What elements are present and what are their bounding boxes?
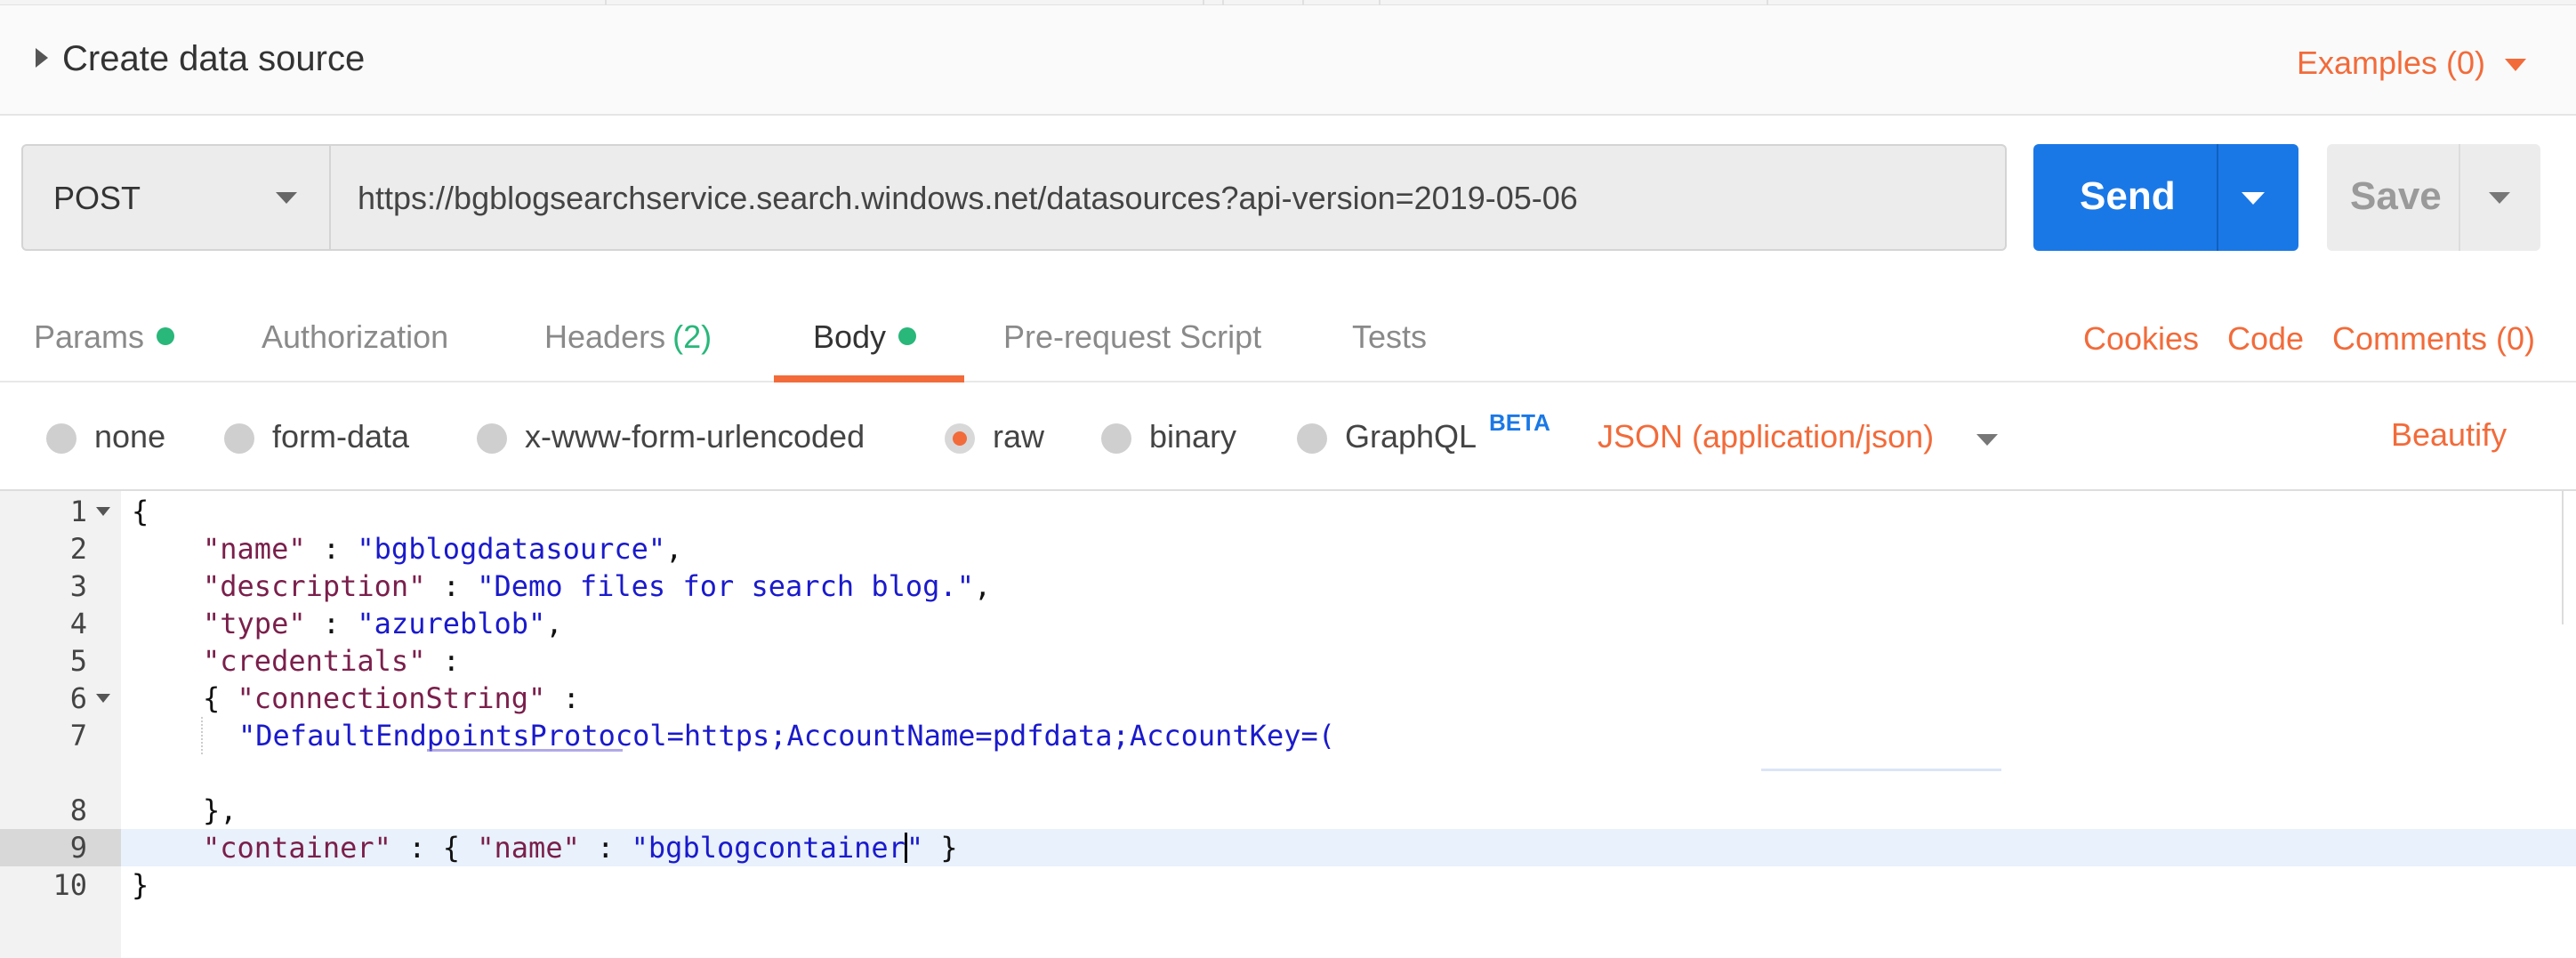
code-line: 3 "description" : "Demo files for search… [0, 568, 2576, 605]
tab-label: Headers [544, 318, 666, 355]
code-text: "container" : { "name" : "bgblogcontaine… [203, 831, 958, 865]
line-number: 9 [69, 831, 87, 865]
beta-badge: BETA [1489, 409, 1550, 436]
code-text: "description" : "Demo files for search b… [203, 569, 992, 603]
expand-caret-icon[interactable] [36, 48, 48, 68]
line-number: 3 [69, 569, 87, 603]
tab-authorization[interactable]: Authorization [262, 318, 448, 356]
radio-label-graphql[interactable]: GraphQL [1345, 418, 1477, 455]
code-line: 2 "name" : "bgblogdatasource", [0, 530, 2576, 568]
line-number: 6 [69, 681, 87, 715]
code-line: 8 }, [0, 792, 2576, 829]
code-line: 5 "credentials" : [0, 642, 2576, 680]
tab-body[interactable]: Body [813, 318, 917, 356]
chevron-down-icon[interactable] [2505, 59, 2526, 71]
content-type-select[interactable]: JSON (application/json) [1598, 418, 1934, 455]
tab-headers[interactable]: Headers (2) [544, 318, 712, 356]
cookies-link[interactable]: Cookies [2083, 320, 2199, 358]
tab-tests[interactable]: Tests [1352, 318, 1427, 356]
code-line-active: 9 "container" : { "name" : "bgblogcontai… [0, 829, 2576, 866]
radio-binary[interactable] [1101, 423, 1131, 454]
radio-label-urlencoded[interactable]: x-www-form-urlencoded [525, 418, 865, 455]
request-name[interactable]: Create data source [62, 39, 365, 79]
line-number: 1 [69, 495, 87, 528]
divider [2217, 144, 2218, 251]
code-text: }, [203, 793, 237, 827]
line-number: 7 [69, 719, 87, 753]
radio-label-none[interactable]: none [94, 418, 165, 455]
radio-none[interactable] [46, 423, 76, 454]
code-line: 4 "type" : "azureblob", [0, 605, 2576, 642]
active-tab-indicator [774, 375, 964, 382]
beautify-button[interactable]: Beautify [2391, 416, 2507, 454]
send-button[interactable]: Send [2033, 144, 2298, 251]
chevron-down-icon [276, 192, 297, 204]
method-label: POST [53, 180, 141, 216]
fold-toggle-icon[interactable] [96, 507, 110, 516]
indent-guide [201, 717, 203, 754]
status-dot-icon [157, 327, 175, 345]
method-select[interactable]: POST [21, 144, 331, 251]
url-input[interactable]: https://bgblogsearchservice.search.windo… [331, 144, 2007, 251]
code-text: "name" : "bgblogdatasource", [203, 532, 683, 566]
radio-label-raw[interactable]: raw [993, 418, 1044, 455]
line-number: 8 [69, 793, 87, 827]
spellcheck-underline [427, 749, 623, 752]
code-text: } [132, 868, 149, 902]
save-options-chevron-icon[interactable] [2489, 192, 2510, 204]
line-number: 4 [69, 607, 87, 640]
save-button[interactable]: Save [2327, 144, 2540, 251]
radio-graphql[interactable] [1297, 423, 1327, 454]
code-text: "credentials" : [203, 644, 460, 678]
status-dot-icon [898, 327, 917, 345]
send-options-chevron-icon[interactable] [2242, 192, 2265, 205]
url-text: https://bgblogsearchservice.search.windo… [358, 180, 1578, 216]
code-text: { [132, 495, 149, 528]
code-line: 7 "DefaultEndpointsProtocol=https;Accoun… [0, 717, 2576, 754]
tab-label: Body [813, 318, 887, 355]
code-text: "DefaultEndpointsProtocol=https;AccountN… [238, 719, 1335, 753]
tab-label: Pre-request Script [1003, 318, 1262, 355]
send-label: Send [2080, 174, 2176, 218]
line-number: 2 [69, 532, 87, 566]
code-text: "type" : "azureblob", [203, 607, 563, 640]
code-line: 1 { [0, 493, 2576, 530]
code-line: 6 { "connectionString" : [0, 680, 2576, 717]
request-tabs: Params Authorization Headers (2) Body Pre… [0, 302, 2576, 382]
tab-params[interactable]: Params [34, 318, 175, 356]
tab-label: Params [34, 318, 145, 355]
code-editor[interactable]: 1 { 2 "name" : "bgblogdatasource", 3 "de… [0, 489, 2576, 958]
radio-urlencoded[interactable] [477, 423, 507, 454]
radio-form-data[interactable] [224, 423, 254, 454]
tab-label: Tests [1352, 318, 1428, 355]
radio-raw[interactable] [945, 423, 975, 454]
tab-count-badge: (2) [672, 318, 712, 355]
line-number: 10 [52, 868, 87, 902]
radio-label-form-data[interactable]: form-data [272, 418, 409, 455]
tab-pre-request-script[interactable]: Pre-request Script [1003, 318, 1261, 356]
examples-dropdown[interactable]: Examples (0) [2297, 44, 2485, 82]
divider [2459, 144, 2460, 251]
chevron-down-icon[interactable] [1976, 434, 1998, 446]
save-label: Save [2350, 174, 2442, 218]
fold-toggle-icon[interactable] [96, 694, 110, 703]
body-type-selector: none form-data x-www-form-urlencoded raw… [0, 382, 2576, 489]
radio-label-binary[interactable]: binary [1149, 418, 1236, 455]
code-text: { "connectionString" : [203, 681, 580, 715]
wrap-artifact [1761, 769, 2001, 771]
comments-link[interactable]: Comments (0) [2332, 320, 2535, 358]
code-line: 10 } [0, 866, 2576, 904]
line-number: 5 [69, 644, 87, 678]
tab-label: Authorization [262, 318, 449, 355]
code-link[interactable]: Code [2227, 320, 2304, 358]
request-header: Create data source Examples (0) [0, 5, 2576, 116]
